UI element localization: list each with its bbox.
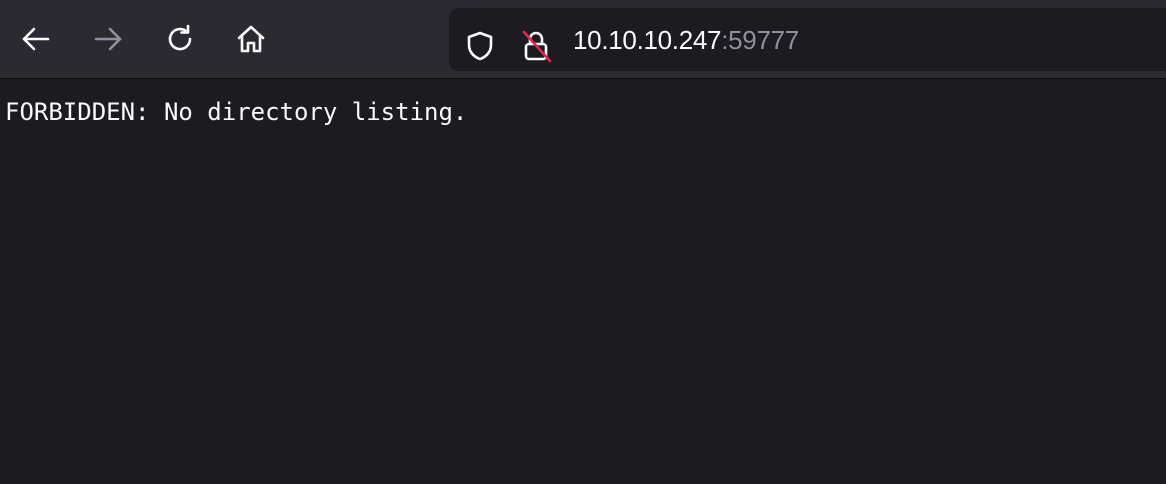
forward-button[interactable] bbox=[88, 17, 128, 61]
forbidden-message: FORBIDDEN: No directory listing. bbox=[5, 98, 468, 126]
insecure-lock-icon bbox=[522, 30, 552, 63]
back-button[interactable] bbox=[16, 17, 56, 61]
tracking-protection-button[interactable] bbox=[463, 28, 497, 64]
browser-toolbar: 10.10.10.247:59777 bbox=[0, 0, 1166, 79]
arrow-right-icon bbox=[94, 27, 122, 51]
url-bar[interactable]: 10.10.10.247:59777 bbox=[449, 8, 1166, 71]
site-security-button[interactable] bbox=[520, 28, 554, 64]
reload-button[interactable] bbox=[160, 17, 200, 61]
page-content: FORBIDDEN: No directory listing. bbox=[0, 80, 1166, 484]
shield-icon bbox=[467, 31, 493, 61]
url-text[interactable]: 10.10.10.247:59777 bbox=[573, 22, 799, 58]
arrow-left-icon bbox=[22, 27, 50, 51]
home-button[interactable] bbox=[231, 17, 271, 61]
reload-icon bbox=[168, 24, 192, 51]
url-port: :59777 bbox=[721, 25, 799, 55]
url-host: 10.10.10.247 bbox=[573, 25, 722, 55]
home-icon bbox=[237, 25, 265, 53]
